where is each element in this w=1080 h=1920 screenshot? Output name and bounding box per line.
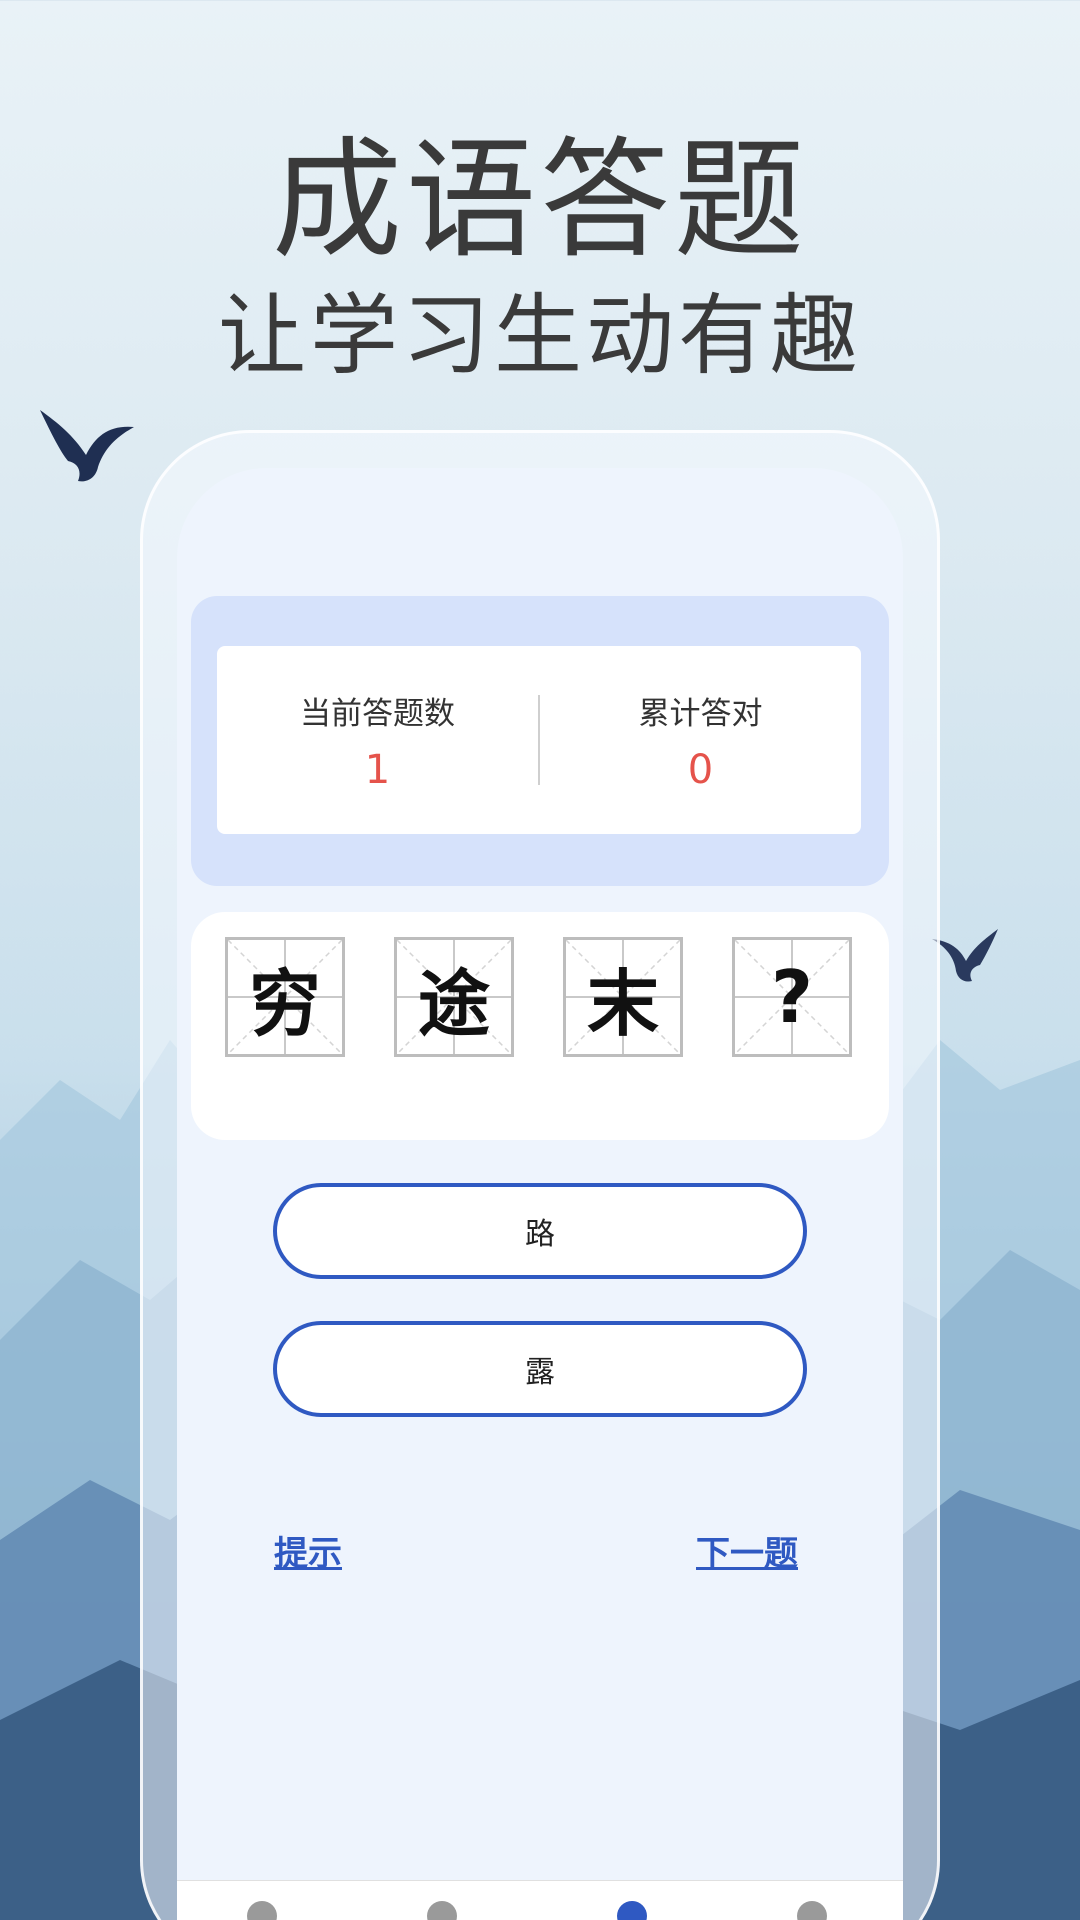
swallow-bird-icon (930, 925, 1000, 985)
idiom-blank-box: ? (732, 937, 852, 1057)
nav-tab-icon[interactable] (797, 1901, 827, 1920)
stats-card: 当前答题数 1 累计答对 0 (217, 646, 861, 834)
answer-option-button[interactable]: 露 (273, 1321, 807, 1417)
nav-tab-icon[interactable] (427, 1901, 457, 1920)
nav-tab-icon[interactable] (247, 1901, 277, 1920)
idiom-char-box: 末 (563, 937, 683, 1057)
idiom-char-box: 途 (394, 937, 514, 1057)
next-question-link[interactable]: 下一题 (696, 1526, 798, 1575)
idiom-blank-char: ? (771, 955, 813, 1039)
current-count-stat: 当前答题数 1 (217, 646, 538, 834)
swallow-bird-icon (38, 405, 138, 485)
hint-link[interactable]: 提示 (274, 1526, 342, 1575)
idiom-char: 末 (586, 961, 659, 1046)
current-count-label: 当前答题数 (300, 695, 455, 732)
idiom-char: 途 (417, 961, 490, 1046)
correct-count-stat: 累计答对 0 (540, 646, 861, 834)
correct-count-value: 0 (687, 746, 714, 793)
idiom-char-box: 穷 (225, 937, 345, 1057)
answer-option-button[interactable]: 路 (273, 1183, 807, 1279)
idiom-panel: 穷 途 末 ? (191, 912, 889, 1140)
correct-count-label: 累计答对 (638, 695, 763, 732)
promo-headline: 成语答题 (271, 124, 808, 276)
bottom-nav-bar (177, 1880, 903, 1920)
app-screen: 当前答题数 1 累计答对 0 穷 途 末 ? 路 露 提示 下一题 (177, 468, 903, 1920)
nav-tab-icon[interactable] (617, 1901, 647, 1920)
stats-panel: 当前答题数 1 累计答对 0 (191, 596, 889, 886)
promo-subline: 让学习生动有趣 (217, 284, 862, 387)
current-count-value: 1 (364, 746, 391, 793)
idiom-char: 穷 (248, 961, 321, 1046)
